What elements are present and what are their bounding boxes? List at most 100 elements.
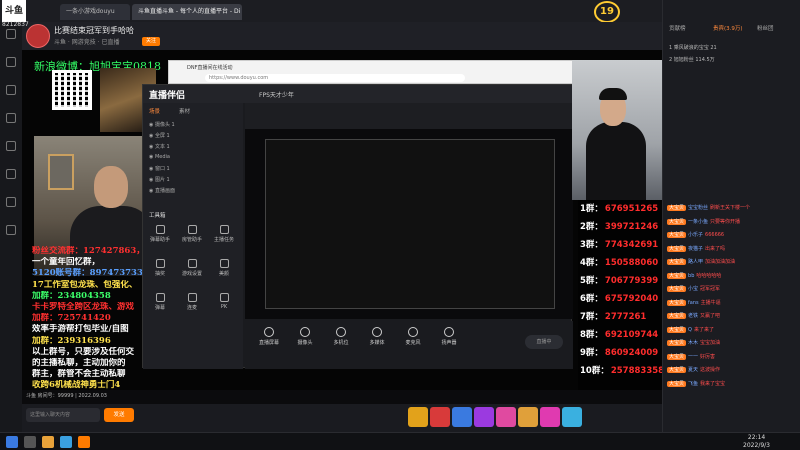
scene-item[interactable]: ◉ 图片 1: [149, 176, 170, 185]
douyu-logo[interactable]: 斗鱼: [2, 0, 26, 22]
rail-video[interactable]: [2, 140, 20, 162]
tool-label: 直播屏幕: [258, 340, 279, 346]
chat-message[interactable]: 大宝贝 Q 来了来了: [667, 326, 797, 335]
chat-message[interactable]: 大宝贝 小宝 冠军冠军: [667, 285, 797, 294]
send-button[interactable]: 发送: [104, 408, 134, 422]
streamer-avatar[interactable]: [26, 24, 50, 48]
rail-more[interactable]: [2, 224, 20, 246]
chat-message[interactable]: 大宝贝 老铁 又赢了吧: [667, 312, 797, 321]
fan-badge: 大宝贝: [667, 313, 687, 319]
tool-label: 弹幕助手: [149, 237, 170, 243]
group-label: 2群：: [580, 222, 603, 232]
tab-materials[interactable]: 素材: [179, 107, 190, 115]
folder-icon[interactable]: [42, 436, 54, 448]
gift-item-icon[interactable]: [540, 407, 560, 427]
scene-item[interactable]: ◉ 摄像头 1: [149, 121, 175, 130]
gift-item-icon[interactable]: [562, 407, 582, 427]
rail-data[interactable]: [2, 196, 20, 218]
tab-scenes[interactable]: 场景: [149, 107, 160, 115]
studio-tool-button[interactable]: 多媒体: [363, 327, 391, 346]
chat-message[interactable]: 大宝贝 飞鱼 我来了宝宝: [667, 380, 797, 389]
chat-message[interactable]: 大宝贝 路人甲 加油加油加油: [667, 258, 797, 267]
tab-home[interactable]: 一条小游戏douyu: [60, 4, 130, 20]
fan-badge: 大宝贝: [667, 286, 687, 292]
chat-nickname: 夜猫子: [688, 245, 704, 252]
chat-nickname: 一条小鱼: [688, 218, 709, 225]
rail-game[interactable]: [2, 112, 20, 134]
rank-row[interactable]: 1 乘风破浪的宝宝 21: [669, 44, 717, 54]
chat-message[interactable]: 大宝贝 木木 宝宝加油: [667, 339, 797, 348]
fan-badge: 大宝贝: [667, 272, 687, 279]
tool-item[interactable]: PK: [211, 293, 237, 310]
chat-message[interactable]: 大宝贝 夜猫子 出来了吗: [667, 245, 797, 254]
chat-message[interactable]: 大宝贝 fans 主播牛逼: [667, 299, 797, 308]
search-icon[interactable]: [24, 436, 36, 448]
tool-item[interactable]: 弹幕: [147, 293, 173, 311]
tool-icon: [408, 327, 418, 337]
rail-home[interactable]: [2, 28, 20, 50]
chat-nickname: 夏天: [688, 367, 699, 373]
rail-follow[interactable]: [2, 56, 20, 78]
go-live-button[interactable]: 直播中: [525, 335, 563, 349]
chat-message[interactable]: 大宝贝 小乐子 666666: [667, 231, 797, 240]
chat-message[interactable]: 大宝贝 一一 好厉害: [667, 353, 797, 362]
studio-tool-button[interactable]: 直播屏幕: [255, 327, 283, 346]
windows-start-icon[interactable]: [6, 436, 18, 448]
chat-tab[interactable]: 贡献榜: [669, 24, 686, 32]
follow-button[interactable]: 关注: [142, 37, 161, 46]
tool-item[interactable]: 主播任务: [211, 225, 237, 243]
studio-tool-button[interactable]: 摄像头: [291, 327, 319, 346]
rail-category[interactable]: [2, 84, 20, 106]
tool-label: 多媒体: [369, 340, 385, 346]
chat-tab[interactable]: 粉丝团: [757, 24, 774, 32]
chat-input[interactable]: 这里输入聊天内容: [26, 408, 100, 422]
chat-text: 来了来了: [693, 326, 714, 333]
gift-item-icon[interactable]: [452, 407, 472, 427]
tool-item[interactable]: 弹幕助手: [147, 225, 173, 243]
fan-badge: 大宝贝: [667, 326, 687, 333]
person-face: [94, 166, 128, 208]
gift-item-icon[interactable]: [408, 407, 428, 427]
tool-label: 麦克风: [405, 340, 421, 346]
chat-text: 主播牛逼: [700, 299, 721, 306]
scene-item[interactable]: ◉ 直播画面: [149, 187, 175, 196]
studio-tool-button[interactable]: 麦克风: [399, 327, 427, 346]
rank-row[interactable]: 2 旭旭粉丝 114.5万: [669, 56, 715, 66]
tool-label: 摄像头: [297, 340, 313, 346]
scene-item[interactable]: ◉ 窗口 1: [149, 165, 170, 174]
studio-tool-button[interactable]: 扬声器: [435, 327, 463, 346]
chat-message[interactable]: 大宝贝 一条小鱼 只要等你开播: [667, 218, 797, 227]
scene-item[interactable]: ◉ Media: [149, 154, 170, 163]
browser-url: https://www.douyu.com: [205, 74, 465, 82]
grid-icon: [6, 85, 16, 95]
tool-item[interactable]: 房管助手: [179, 225, 205, 243]
chat-message[interactable]: 大宝贝 bb 哈哈哈哈哈: [667, 272, 797, 281]
browser-icon[interactable]: [60, 436, 72, 448]
tool-item[interactable]: 美颜: [211, 259, 237, 277]
clock-time: 22:14: [747, 434, 766, 441]
tool-item[interactable]: 连麦: [179, 293, 205, 311]
studio-tool-button[interactable]: 多机位: [327, 327, 355, 346]
gift-item-icon[interactable]: [474, 407, 494, 427]
rail-news[interactable]: [2, 168, 20, 190]
gift-item-icon[interactable]: [430, 407, 450, 427]
scene-item[interactable]: ◉ 全屏 1: [149, 132, 170, 141]
scene-item[interactable]: ◉ 文本 1: [149, 143, 170, 152]
gift-item-icon[interactable]: [496, 407, 516, 427]
chat-nickname: bb: [688, 272, 695, 279]
tool-item[interactable]: 抽奖: [147, 259, 173, 277]
tab-stream[interactable]: 斗鱼直播斗鱼 - 每个人的直播平台 - Di: [132, 4, 242, 20]
chat-text: 刷新王关下楼一个: [710, 205, 751, 211]
chat-nickname: 飞鱼: [688, 380, 699, 387]
group-number-row: 1群： 676951265: [578, 202, 662, 214]
chat-nickname: 小乐子: [688, 232, 704, 238]
viewer-level-badge: 19: [594, 1, 620, 23]
douyu-app-icon[interactable]: [78, 436, 90, 448]
chat-text: 冠军冠军: [700, 286, 721, 292]
chat-message[interactable]: 大宝贝 宝宝粉丝 刷新王关下楼一个: [667, 204, 797, 213]
tool-icon: [336, 327, 346, 337]
chat-tab[interactable]: 贵宾(3.9万): [713, 24, 743, 32]
tool-item[interactable]: 游戏设置: [179, 259, 205, 277]
chat-message[interactable]: 大宝贝 夏天 这波操作: [667, 366, 797, 375]
gift-item-icon[interactable]: [518, 407, 538, 427]
